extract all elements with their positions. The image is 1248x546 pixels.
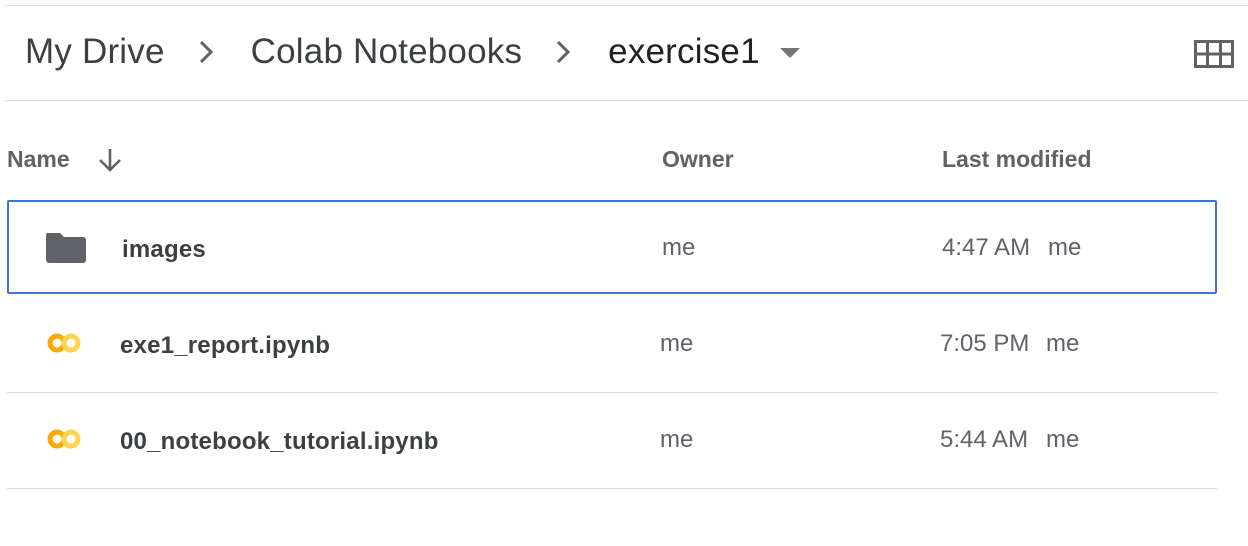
file-row-images[interactable]: images me 4:47 AM me [7, 200, 1217, 294]
caret-down-icon[interactable] [779, 28, 800, 76]
file-owner: me [662, 234, 696, 261]
file-modified-time: 5:44 AM [940, 426, 1029, 453]
colab-logo-icon [47, 428, 81, 457]
file-modified-by: me [1046, 426, 1080, 453]
grid-view-icon[interactable] [1194, 40, 1234, 68]
file-modified-by: me [1048, 234, 1082, 261]
file-modified-by: me [1046, 330, 1080, 357]
breadcrumb: My Drive Colab Notebooks exercise1 [25, 28, 800, 76]
arrow-down-icon[interactable] [96, 146, 124, 180]
column-headers: Name Owner Last modified [0, 134, 1248, 184]
column-header-last-modified[interactable]: Last modified [942, 146, 1092, 173]
file-modified-time: 4:47 AM [942, 234, 1031, 261]
file-owner: me [660, 426, 694, 453]
chevron-right-icon [187, 28, 231, 76]
file-name: exe1_report.ipynb [120, 332, 331, 359]
breadcrumb-my-drive[interactable]: My Drive [25, 32, 165, 72]
file-row-exe1-report[interactable]: exe1_report.ipynb me 7:05 PM me [7, 298, 1217, 393]
file-modified-time: 7:05 PM [940, 330, 1030, 357]
drive-file-browser: My Drive Colab Notebooks exercise1 Name [0, 0, 1248, 546]
column-header-name[interactable]: Name [7, 146, 70, 173]
breadcrumb-colab-notebooks[interactable]: Colab Notebooks [251, 32, 523, 72]
file-owner: me [660, 330, 694, 357]
file-name: 00_notebook_tutorial.ipynb [120, 428, 439, 455]
chevron-right-icon [544, 28, 588, 76]
breadcrumb-exercise1[interactable]: exercise1 [608, 32, 760, 72]
file-name: images [122, 236, 206, 263]
file-row-notebook-tutorial[interactable]: 00_notebook_tutorial.ipynb me 5:44 AM me [7, 394, 1217, 489]
colab-logo-icon [47, 332, 81, 361]
header-bar: My Drive Colab Notebooks exercise1 [4, 6, 1248, 101]
column-header-owner[interactable]: Owner [662, 146, 734, 173]
folder-icon [45, 232, 87, 271]
